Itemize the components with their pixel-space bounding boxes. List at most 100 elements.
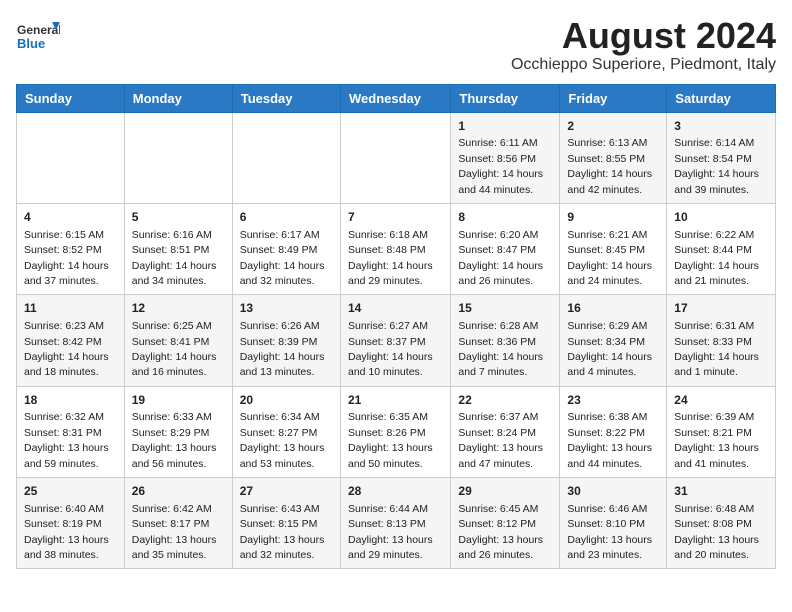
day-number: 8 (458, 209, 552, 226)
day-info: Sunrise: 6:17 AM Sunset: 8:49 PM Dayligh… (240, 229, 325, 287)
day-info: Sunrise: 6:32 AM Sunset: 8:31 PM Dayligh… (24, 411, 109, 469)
calendar-cell: 23 Sunrise: 6:38 AM Sunset: 8:22 PM Dayli… (560, 386, 667, 477)
day-info: Sunrise: 6:15 AM Sunset: 8:52 PM Dayligh… (24, 229, 109, 287)
day-info: Sunrise: 6:48 AM Sunset: 8:08 PM Dayligh… (674, 503, 759, 561)
day-info: Sunrise: 6:38 AM Sunset: 8:22 PM Dayligh… (567, 411, 652, 469)
calendar-cell: 13 Sunrise: 6:26 AM Sunset: 8:39 PM Dayli… (232, 295, 340, 386)
day-number: 10 (674, 209, 768, 226)
calendar-cell: 17Sunrise: 6:31 AM Sunset: 8:33 PM Dayli… (667, 295, 776, 386)
calendar-cell: 9 Sunrise: 6:21 AM Sunset: 8:45 PM Daylig… (560, 203, 667, 294)
day-info: Sunrise: 6:44 AM Sunset: 8:13 PM Dayligh… (348, 503, 433, 561)
calendar-cell (124, 112, 232, 203)
day-info: Sunrise: 6:45 AM Sunset: 8:12 PM Dayligh… (458, 503, 543, 561)
calendar-week-2: 4 Sunrise: 6:15 AM Sunset: 8:52 PM Daylig… (17, 203, 776, 294)
day-info: Sunrise: 6:29 AM Sunset: 8:34 PM Dayligh… (567, 320, 652, 378)
calendar-cell: 12 Sunrise: 6:25 AM Sunset: 8:41 PM Dayli… (124, 295, 232, 386)
logo: General Blue (16, 16, 60, 60)
calendar-cell (17, 112, 125, 203)
col-header-tuesday: Tuesday (232, 84, 340, 112)
calendar-cell: 31 Sunrise: 6:48 AM Sunset: 8:08 PM Dayli… (667, 478, 776, 569)
calendar-cell: 25 Sunrise: 6:40 AM Sunset: 8:19 PM Dayli… (17, 478, 125, 569)
day-number: 6 (240, 209, 333, 226)
day-info: Sunrise: 6:40 AM Sunset: 8:19 PM Dayligh… (24, 503, 109, 561)
day-number: 21 (348, 392, 443, 409)
day-number: 15 (458, 300, 552, 317)
calendar-cell: 26Sunrise: 6:42 AM Sunset: 8:17 PM Dayli… (124, 478, 232, 569)
day-number: 27 (240, 483, 333, 500)
calendar-cell: 28Sunrise: 6:44 AM Sunset: 8:13 PM Dayli… (340, 478, 450, 569)
day-info: Sunrise: 6:28 AM Sunset: 8:36 PM Dayligh… (458, 320, 543, 378)
calendar-cell: 14 Sunrise: 6:27 AM Sunset: 8:37 PM Dayli… (340, 295, 450, 386)
day-info: Sunrise: 6:26 AM Sunset: 8:39 PM Dayligh… (240, 320, 325, 378)
day-info: Sunrise: 6:25 AM Sunset: 8:41 PM Dayligh… (132, 320, 217, 378)
day-number: 5 (132, 209, 225, 226)
day-number: 25 (24, 483, 117, 500)
day-number: 20 (240, 392, 333, 409)
calendar-cell: 20 Sunrise: 6:34 AM Sunset: 8:27 PM Dayli… (232, 386, 340, 477)
col-header-sunday: Sunday (17, 84, 125, 112)
day-number: 9 (567, 209, 659, 226)
day-number: 23 (567, 392, 659, 409)
day-info: Sunrise: 6:18 AM Sunset: 8:48 PM Dayligh… (348, 229, 433, 287)
calendar-cell: 16 Sunrise: 6:29 AM Sunset: 8:34 PM Dayli… (560, 295, 667, 386)
month-year-title: August 2024 (511, 16, 776, 56)
day-info: Sunrise: 6:46 AM Sunset: 8:10 PM Dayligh… (567, 503, 652, 561)
calendar-cell: 4 Sunrise: 6:15 AM Sunset: 8:52 PM Daylig… (17, 203, 125, 294)
calendar-week-3: 11 Sunrise: 6:23 AM Sunset: 8:42 PM Dayli… (17, 295, 776, 386)
day-info: Sunrise: 6:16 AM Sunset: 8:51 PM Dayligh… (132, 229, 217, 287)
svg-text:Blue: Blue (17, 36, 45, 51)
calendar-cell: 7Sunrise: 6:18 AM Sunset: 8:48 PM Daylig… (340, 203, 450, 294)
day-info: Sunrise: 6:27 AM Sunset: 8:37 PM Dayligh… (348, 320, 433, 378)
calendar-week-1: 1 Sunrise: 6:11 AM Sunset: 8:56 PM Daylig… (17, 112, 776, 203)
day-number: 2 (567, 118, 659, 135)
day-number: 29 (458, 483, 552, 500)
day-number: 3 (674, 118, 768, 135)
calendar-header-row: SundayMondayTuesdayWednesdayThursdayFrid… (17, 84, 776, 112)
day-info: Sunrise: 6:14 AM Sunset: 8:54 PM Dayligh… (674, 137, 759, 195)
day-info: Sunrise: 6:21 AM Sunset: 8:45 PM Dayligh… (567, 229, 652, 287)
calendar-cell: 5 Sunrise: 6:16 AM Sunset: 8:51 PM Daylig… (124, 203, 232, 294)
day-number: 22 (458, 392, 552, 409)
calendar-cell: 2 Sunrise: 6:13 AM Sunset: 8:55 PM Daylig… (560, 112, 667, 203)
day-number: 18 (24, 392, 117, 409)
day-number: 26 (132, 483, 225, 500)
calendar-cell: 21 Sunrise: 6:35 AM Sunset: 8:26 PM Dayli… (340, 386, 450, 477)
day-info: Sunrise: 6:31 AM Sunset: 8:33 PM Dayligh… (674, 320, 759, 378)
day-info: Sunrise: 6:34 AM Sunset: 8:27 PM Dayligh… (240, 411, 325, 469)
day-number: 16 (567, 300, 659, 317)
day-info: Sunrise: 6:43 AM Sunset: 8:15 PM Dayligh… (240, 503, 325, 561)
calendar-cell: 1 Sunrise: 6:11 AM Sunset: 8:56 PM Daylig… (451, 112, 560, 203)
calendar-table: SundayMondayTuesdayWednesdayThursdayFrid… (16, 84, 776, 570)
day-info: Sunrise: 6:13 AM Sunset: 8:55 PM Dayligh… (567, 137, 652, 195)
calendar-cell (232, 112, 340, 203)
day-number: 19 (132, 392, 225, 409)
day-info: Sunrise: 6:23 AM Sunset: 8:42 PM Dayligh… (24, 320, 109, 378)
day-number: 13 (240, 300, 333, 317)
calendar-cell: 10 Sunrise: 6:22 AM Sunset: 8:44 PM Dayli… (667, 203, 776, 294)
day-number: 11 (24, 300, 117, 317)
title-block: August 2024 Occhieppo Superiore, Piedmon… (511, 16, 776, 74)
calendar-cell: 6 Sunrise: 6:17 AM Sunset: 8:49 PM Daylig… (232, 203, 340, 294)
day-number: 12 (132, 300, 225, 317)
col-header-friday: Friday (560, 84, 667, 112)
col-header-saturday: Saturday (667, 84, 776, 112)
col-header-thursday: Thursday (451, 84, 560, 112)
day-number: 4 (24, 209, 117, 226)
day-info: Sunrise: 6:22 AM Sunset: 8:44 PM Dayligh… (674, 229, 759, 287)
day-number: 31 (674, 483, 768, 500)
day-number: 1 (458, 118, 552, 135)
col-header-wednesday: Wednesday (340, 84, 450, 112)
calendar-cell: 29 Sunrise: 6:45 AM Sunset: 8:12 PM Dayli… (451, 478, 560, 569)
calendar-week-4: 18 Sunrise: 6:32 AM Sunset: 8:31 PM Dayli… (17, 386, 776, 477)
day-number: 30 (567, 483, 659, 500)
day-info: Sunrise: 6:11 AM Sunset: 8:56 PM Dayligh… (458, 137, 543, 195)
day-info: Sunrise: 6:39 AM Sunset: 8:21 PM Dayligh… (674, 411, 759, 469)
calendar-cell: 18 Sunrise: 6:32 AM Sunset: 8:31 PM Dayli… (17, 386, 125, 477)
calendar-cell: 30 Sunrise: 6:46 AM Sunset: 8:10 PM Dayli… (560, 478, 667, 569)
calendar-week-5: 25 Sunrise: 6:40 AM Sunset: 8:19 PM Dayli… (17, 478, 776, 569)
calendar-cell: 27 Sunrise: 6:43 AM Sunset: 8:15 PM Dayli… (232, 478, 340, 569)
day-number: 14 (348, 300, 443, 317)
day-info: Sunrise: 6:33 AM Sunset: 8:29 PM Dayligh… (132, 411, 217, 469)
day-info: Sunrise: 6:37 AM Sunset: 8:24 PM Dayligh… (458, 411, 543, 469)
day-info: Sunrise: 6:35 AM Sunset: 8:26 PM Dayligh… (348, 411, 433, 469)
